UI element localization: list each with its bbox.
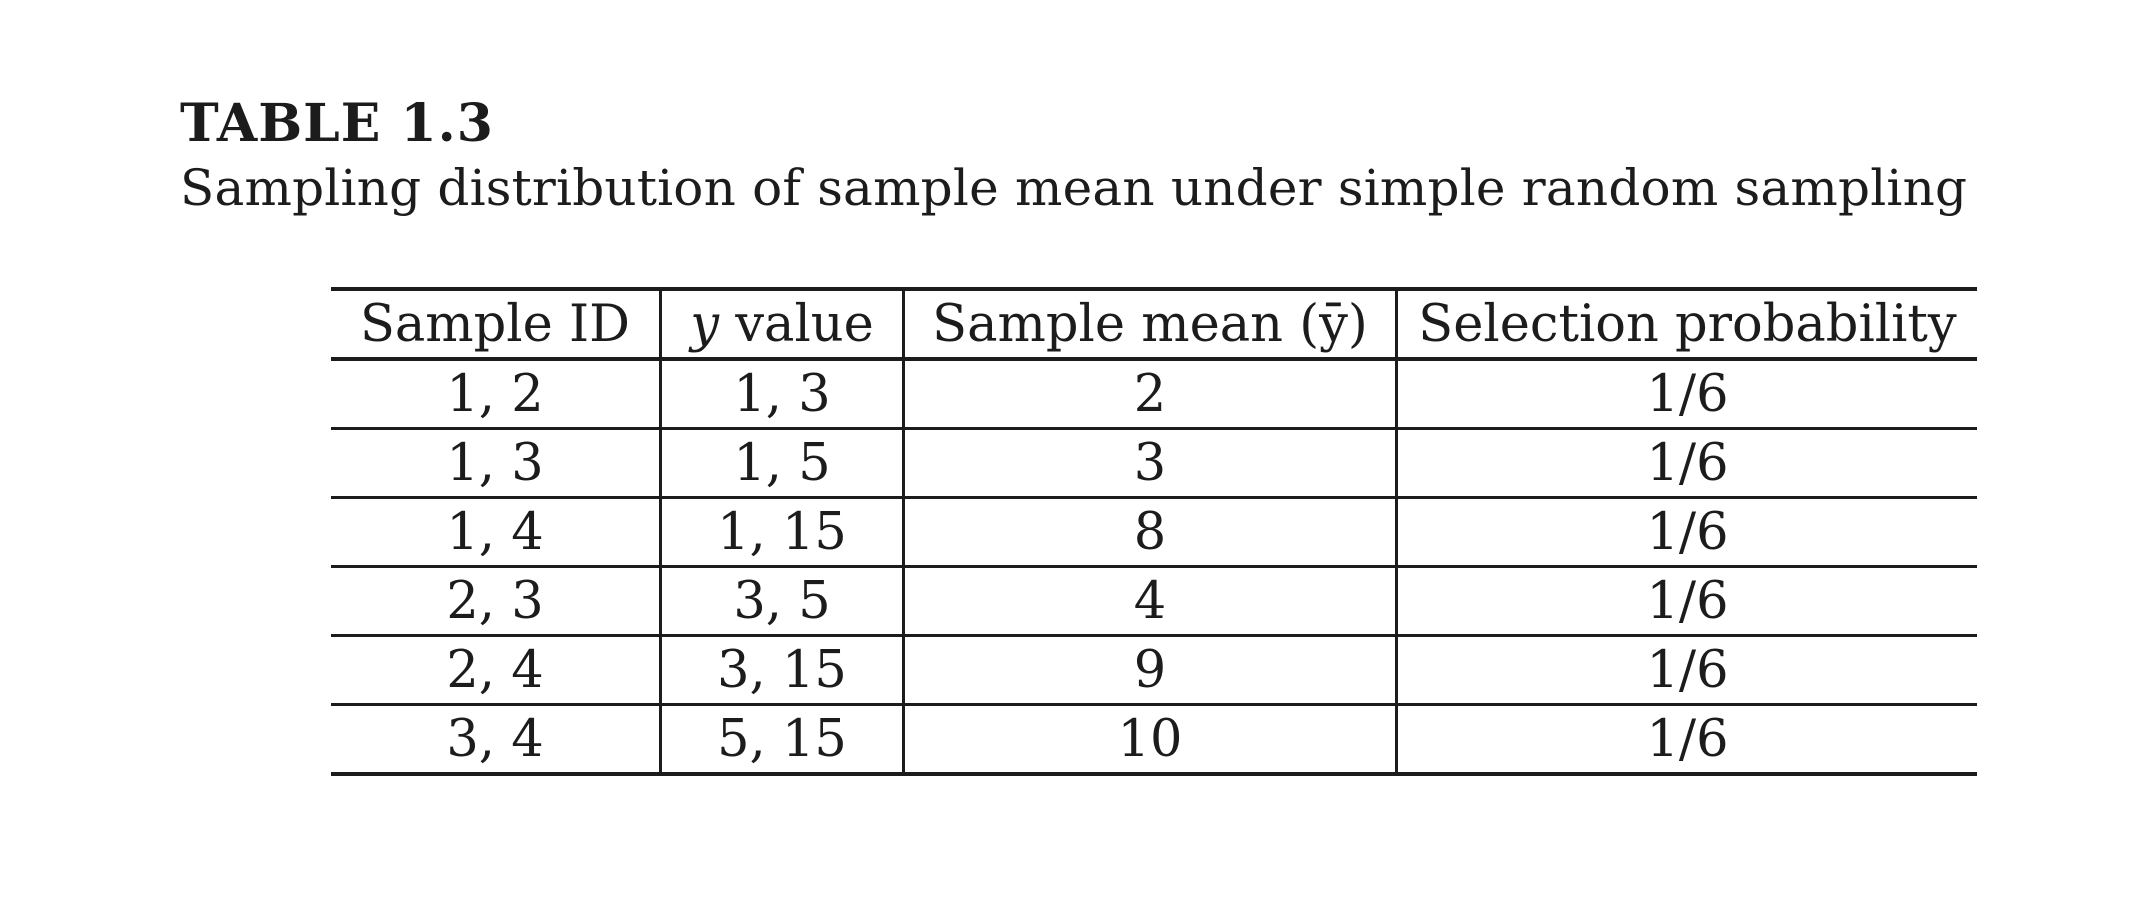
table-row: 1, 3 1, 5 3 1/6 (331, 428, 1977, 499)
cell-probability: 1/6 (1396, 497, 1977, 568)
cell-sample-mean: 10 (903, 704, 1398, 776)
table-row: 2, 3 3, 5 4 1/6 (331, 566, 1977, 637)
cell-sample-mean: 8 (903, 497, 1398, 568)
cell-y-value: 1, 5 (660, 428, 905, 499)
table-label: TABLE 1.3 (180, 93, 494, 154)
header-y-value: y value (660, 287, 905, 361)
table-row: 2, 4 3, 15 9 1/6 (331, 635, 1977, 706)
cell-probability: 1/6 (1396, 566, 1977, 637)
cell-sample-mean: 2 (903, 359, 1398, 430)
table-row: 1, 4 1, 15 8 1/6 (331, 497, 1977, 568)
cell-y-value: 1, 15 (660, 497, 905, 568)
sampling-distribution-table: Sample ID y value Sample mean (ȳ) Select… (331, 287, 1977, 776)
cell-sample-mean: 9 (903, 635, 1398, 706)
cell-y-value: 3, 15 (660, 635, 905, 706)
table-caption: TABLE 1.3 Sampling distribution of sampl… (180, 92, 2140, 220)
table-row: 1, 2 1, 3 2 1/6 (331, 359, 1977, 430)
cell-sample-id: 1, 2 (331, 359, 662, 430)
cell-sample-id: 1, 4 (331, 497, 662, 568)
cell-sample-id: 2, 3 (331, 566, 662, 637)
cell-probability: 1/6 (1396, 359, 1977, 430)
cell-sample-id: 1, 3 (331, 428, 662, 499)
cell-y-value: 5, 15 (660, 704, 905, 776)
cell-y-value: 3, 5 (660, 566, 905, 637)
cell-sample-mean: 4 (903, 566, 1398, 637)
cell-probability: 1/6 (1396, 635, 1977, 706)
header-sample-mean: Sample mean (ȳ) (903, 287, 1398, 361)
table-title: Sampling distribution of sample mean und… (180, 159, 1968, 217)
cell-y-value: 1, 3 (660, 359, 905, 430)
header-selection-probability: Selection probability (1396, 287, 1977, 361)
header-sample-id: Sample ID (331, 287, 662, 361)
header-y-variable: y (690, 294, 720, 354)
header-y-value-label: value (719, 294, 874, 354)
cell-sample-mean: 3 (903, 428, 1398, 499)
table-row: 3, 4 5, 15 10 1/6 (331, 704, 1977, 776)
cell-sample-id: 2, 4 (331, 635, 662, 706)
table-header-row: Sample ID y value Sample mean (ȳ) Select… (331, 287, 1977, 361)
cell-sample-id: 3, 4 (331, 704, 662, 776)
cell-probability: 1/6 (1396, 704, 1977, 776)
cell-probability: 1/6 (1396, 428, 1977, 499)
